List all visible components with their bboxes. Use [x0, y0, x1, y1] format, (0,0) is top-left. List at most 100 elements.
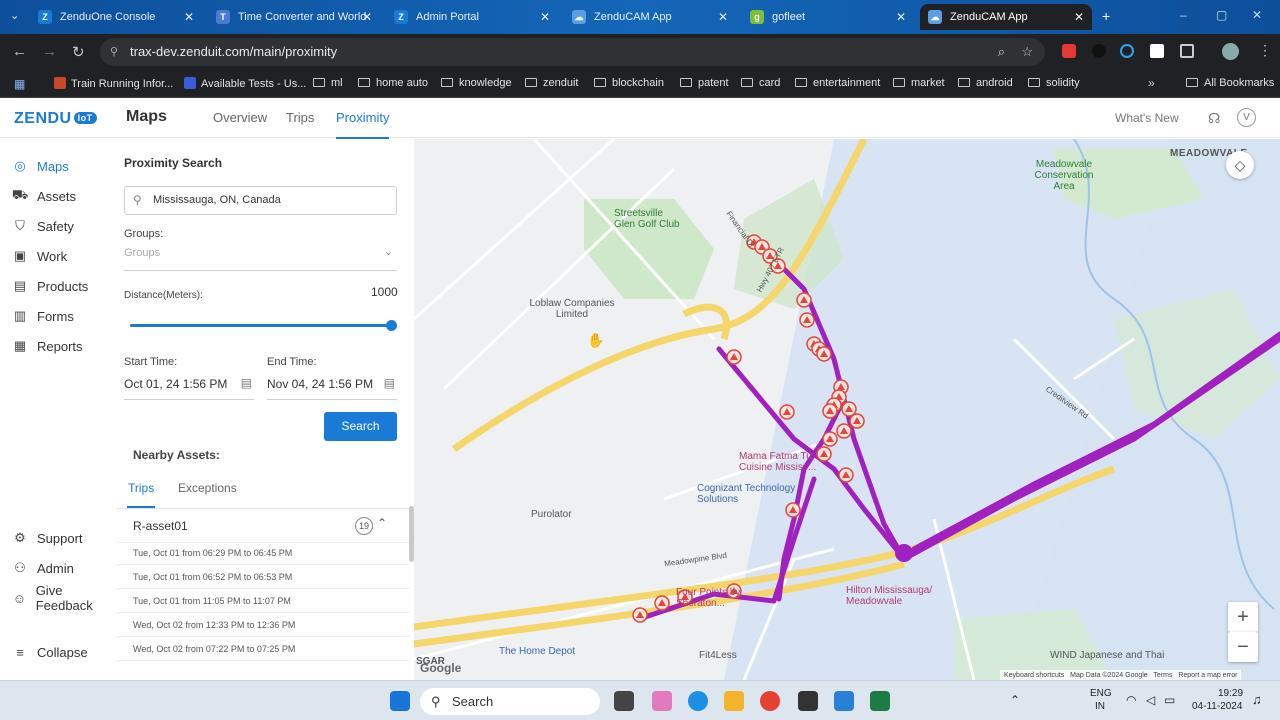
bookmark-item[interactable]: blockchain — [594, 77, 664, 89]
close-tab-icon[interactable]: ✕ — [540, 10, 550, 24]
extension-icon[interactable] — [1150, 44, 1164, 58]
menu-icon[interactable]: ⋮ — [1258, 42, 1272, 59]
zendu-logo[interactable]: ZENDU IoT — [14, 110, 97, 128]
folder-icon[interactable] — [724, 691, 744, 711]
trip-row[interactable]: Wed, Oct 02 from 07:22 PM to 07:25 PM — [116, 637, 410, 661]
exception-marker[interactable] — [632, 607, 648, 623]
bookmark-item[interactable]: zenduit — [525, 77, 578, 89]
sidebar-item-assets[interactable]: ⛟ Assets — [12, 185, 76, 207]
sidebar-item-maps[interactable]: ◎ Maps — [12, 155, 68, 177]
bookmark-item[interactable]: knowledge — [441, 77, 512, 89]
windows-start-icon[interactable] — [390, 691, 410, 711]
zoom-out-button[interactable]: − — [1228, 632, 1258, 662]
back-icon[interactable]: ← — [12, 43, 27, 60]
bookmark-item[interactable]: patent — [680, 77, 729, 89]
exception-marker[interactable] — [779, 404, 795, 420]
zoom-in-button[interactable]: + — [1228, 602, 1258, 632]
browser-tab[interactable]: Z ZenduOne Console ✕ — [30, 4, 202, 30]
file-icon[interactable] — [614, 691, 634, 711]
trip-row[interactable]: Tue, Oct 01 from 11:05 PM to 11:07 PM — [116, 589, 410, 613]
sidebar-item-admin[interactable]: ⚇ Admin — [12, 557, 74, 579]
close-tab-icon[interactable]: ✕ — [896, 10, 906, 24]
trip-row[interactable]: Tue, Oct 01 from 06:29 PM to 06:45 PM — [116, 541, 410, 565]
sidebar-item-safety[interactable]: ⛉ Safety — [12, 215, 74, 237]
collapse-button[interactable]: ≡ Collapse — [12, 641, 87, 663]
whats-new-link[interactable]: What's New — [1115, 111, 1179, 125]
distance-slider-track[interactable] — [130, 324, 392, 327]
url-field[interactable]: ⚲ trax-dev.zenduit.com/main/proximity ⌕ … — [100, 38, 1045, 66]
exception-marker[interactable] — [836, 423, 852, 439]
sidebar-item-products[interactable]: ▤ Products — [12, 275, 88, 297]
location-search-input[interactable]: ⚲ Mississauga, ON, Canada — [124, 186, 397, 215]
exception-marker[interactable] — [726, 349, 742, 365]
distance-slider-handle[interactable] — [386, 320, 397, 331]
taskbar-search[interactable]: ⚲ Search — [420, 688, 600, 715]
zoom-search-icon[interactable]: ⌕ — [998, 38, 1005, 66]
report-error-link[interactable]: Report a map error — [1178, 672, 1237, 679]
new-tab-icon[interactable]: + — [1102, 8, 1110, 24]
calendar-icon[interactable]: ▤ — [384, 376, 395, 390]
bookmark-item[interactable]: card — [741, 77, 780, 89]
browser-tab[interactable]: Z Admin Portal ✕ — [386, 4, 558, 30]
apps-grid-icon[interactable]: ▦ — [14, 77, 25, 91]
chevron-up-icon[interactable]: ⌃ — [377, 516, 387, 530]
browser-tab[interactable]: g gofleet ✕ — [742, 4, 914, 30]
browser-tab[interactable]: ☁ ZenduCAM App ✕ — [920, 4, 1092, 30]
notification-bell-icon[interactable]: ♫ — [1252, 692, 1262, 707]
bookmark-item[interactable]: ml — [313, 77, 343, 89]
site-info-icon[interactable]: ⚲ — [110, 38, 118, 66]
subtab-trips[interactable]: Trips — [126, 481, 156, 508]
excel-icon[interactable] — [870, 691, 890, 711]
browser-tab[interactable]: ☁ ZenduCAM App ✕ — [564, 4, 736, 30]
close-tab-icon[interactable]: ✕ — [184, 10, 194, 24]
snipping-icon[interactable] — [798, 691, 818, 711]
star-icon[interactable]: ☆ — [1021, 38, 1033, 66]
battery-icon[interactable]: ▭ — [1164, 693, 1175, 707]
profile-avatar[interactable] — [1222, 43, 1239, 60]
edge-icon[interactable] — [1120, 44, 1134, 58]
start-time-field[interactable]: Oct 01, 24 1:56 PM ▤ — [124, 376, 254, 400]
vscode-icon[interactable] — [834, 691, 854, 711]
chrome-icon[interactable] — [760, 691, 780, 711]
bookmark-item[interactable]: android — [958, 77, 1013, 89]
headset-icon[interactable]: ☊ — [1208, 110, 1220, 127]
tab-search-icon[interactable]: ⌄ — [10, 9, 19, 22]
exception-marker[interactable] — [654, 595, 670, 611]
maximize-icon[interactable]: ▢ — [1216, 8, 1227, 22]
map-view[interactable]: MEADOWVALE Meadowvale Conservation Area … — [414, 139, 1280, 680]
bookmark-item[interactable]: solidity — [1028, 77, 1080, 89]
bookmark-item[interactable]: Train Running Infor... — [54, 77, 173, 90]
all-bookmarks[interactable]: All Bookmarks — [1186, 77, 1274, 89]
bookmark-item[interactable]: market — [893, 77, 945, 89]
sidebar-item-support[interactable]: ⚙ Support — [12, 527, 82, 549]
extension-icon[interactable] — [1092, 44, 1106, 58]
exception-marker[interactable] — [838, 467, 854, 483]
tab-proximity[interactable]: Proximity — [336, 110, 390, 139]
exception-marker[interactable] — [785, 502, 801, 518]
search-button[interactable]: Search — [324, 412, 397, 441]
subtab-exceptions[interactable]: Exceptions — [178, 481, 237, 495]
sidebar-item-work[interactable]: ▣ Work — [12, 245, 67, 267]
browser-tab[interactable]: T Time Converter and World ✕ — [208, 4, 380, 30]
extension-icon[interactable] — [1062, 44, 1076, 58]
exception-marker[interactable] — [799, 312, 815, 328]
end-time-field[interactable]: Nov 04, 24 1:56 PM ▤ — [267, 376, 397, 400]
forward-icon[interactable]: → — [42, 43, 57, 60]
language-indicator[interactable]: ENG — [1090, 688, 1112, 699]
trip-row[interactable]: Wed, Oct 02 from 12:33 PM to 12:36 PM — [116, 613, 410, 637]
window-close-icon[interactable]: ✕ — [1252, 8, 1262, 22]
tab-overview[interactable]: Overview — [213, 110, 267, 125]
tab-trips[interactable]: Trips — [286, 110, 314, 125]
clock-time[interactable]: 19:29 — [1218, 688, 1243, 699]
sidebar-item-give-feedback[interactable]: ☺ Give Feedback — [12, 583, 116, 613]
tray-chevron-icon[interactable]: ⌃ — [1010, 693, 1020, 707]
extensions-puzzle-icon[interactable] — [1180, 44, 1194, 58]
trip-row[interactable]: Tue, Oct 01 from 06:52 PM to 06:53 PM — [116, 565, 410, 589]
terms-link[interactable]: Terms — [1153, 672, 1172, 679]
bookmark-item[interactable]: home auto — [358, 77, 428, 89]
edge-icon[interactable] — [688, 691, 708, 711]
sidebar-item-reports[interactable]: ▦ Reports — [12, 335, 83, 357]
wifi-icon[interactable]: ◠ — [1126, 693, 1136, 707]
keyboard-shortcuts-link[interactable]: Keyboard shortcuts — [1004, 672, 1064, 679]
bookmark-item[interactable]: Available Tests - Us... — [184, 77, 306, 90]
